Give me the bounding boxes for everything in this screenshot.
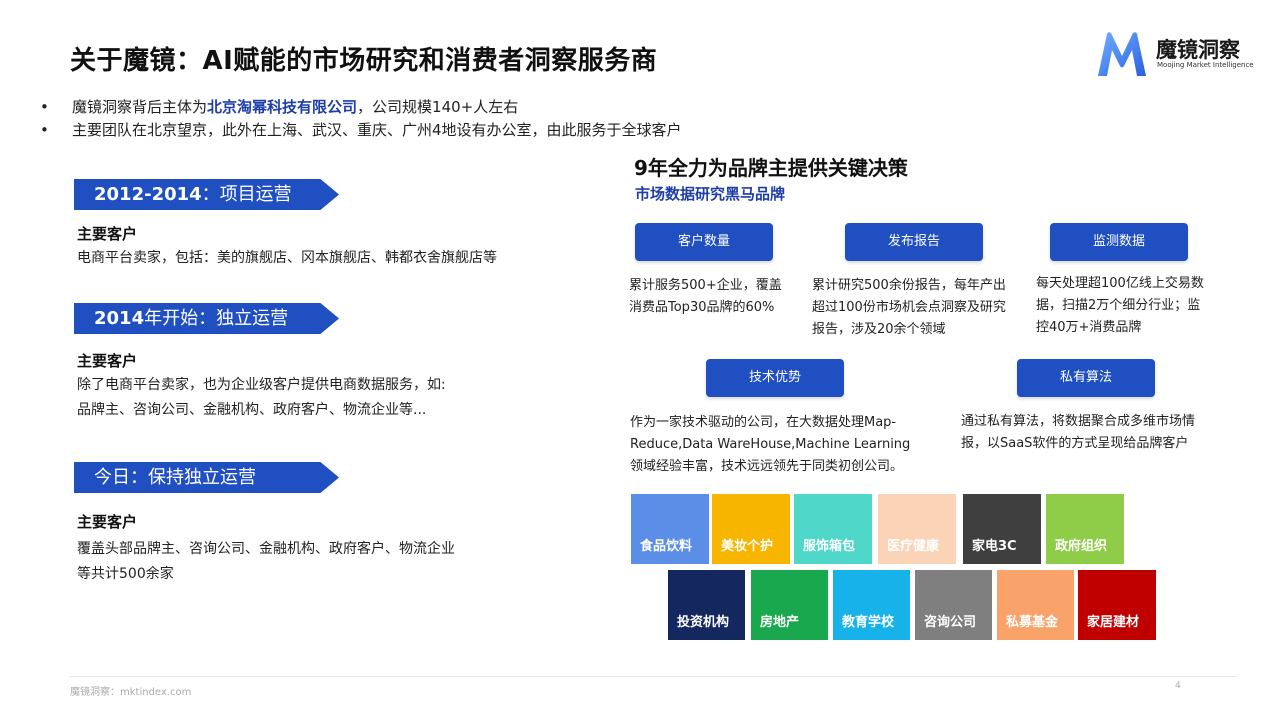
industry-tile-realestate: 房地产 — [751, 570, 828, 640]
bullet-item: 主要团队在北京望京，此外在上海、武汉、重庆、广州4地设有办公室，由此服务于全球客… — [40, 119, 682, 142]
industry-tile-education: 教育学校 — [833, 570, 910, 640]
m-logo-icon — [1098, 32, 1146, 76]
logo-subtitle: Moojing Market Intelligence — [1157, 61, 1254, 69]
desc-line: 累计服务500+企业，覆盖 — [629, 278, 782, 293]
industry-tile-electronics: 家电3C — [963, 494, 1041, 564]
clients-heading: 主要客户 — [77, 513, 138, 531]
clients-text: 覆盖头部品牌主、咨询公司、金融机构、政府客户、物流企业 — [77, 541, 455, 557]
industry-tile-investment: 投资机构 — [668, 570, 745, 640]
bullet-text: ，公司规模140+人左右 — [357, 98, 519, 116]
industry-tile-government: 政府组织 — [1046, 494, 1124, 564]
desc-line: 累计研究500余份报告，每年产出 — [812, 278, 1006, 293]
desc-line: 报，以SaaS软件的方式呈现给品牌客户 — [961, 436, 1189, 451]
intro-bullets: 魔镜洞察背后主体为北京淘幂科技有限公司，公司规模140+人左右 主要团队在北京望… — [40, 96, 682, 142]
feature-desc-monitoring: 每天处理超100亿线上交易数 据，扫描2万个细分行业；监 控40万+消费品牌 — [1036, 273, 1204, 339]
company-logo: 魔镜洞察 Moojing Market Intelligence — [1094, 30, 1264, 80]
clients-heading: 主要客户 — [77, 225, 138, 243]
feature-desc-reports: 累计研究500余份报告，每年产出 超过100份市场机会点洞察及研究 报告，涉及2… — [812, 275, 1006, 341]
industry-tile-beauty: 美妆个护 — [712, 494, 790, 564]
page-number: 4 — [1175, 681, 1181, 691]
timeline-banner-3: 今日：保持独立运营 — [74, 462, 339, 493]
feature-desc-tech: 作为一家技术驱动的公司，在大数据处理Map- Reduce,Data WareH… — [630, 412, 910, 478]
footer-divider — [70, 676, 1236, 677]
industry-tile-privateequity: 私募基金 — [997, 570, 1074, 640]
timeline-banner-2: 2014年开始：独立运营 — [74, 303, 339, 334]
clients-text: 等共计500余家 — [77, 566, 174, 582]
clients-text: 电商平台卖家，包括：美的旗舰店、冈本旗舰店、韩都衣舍旗舰店等 — [77, 250, 497, 266]
clients-heading: 主要客户 — [77, 352, 138, 370]
industry-tile-consulting: 咨询公司 — [915, 570, 992, 640]
footer-source: 魔镜洞察：mktindex.com — [70, 687, 192, 698]
feature-desc-algorithm: 通过私有算法，将数据聚合成多维市场情 报，以SaaS软件的方式呈现给品牌客户 — [961, 411, 1195, 455]
clients-text: 除了电商平台卖家，也为企业级客户提供电商数据服务，如: — [77, 377, 446, 393]
bullet-item: 魔镜洞察背后主体为北京淘幂科技有限公司，公司规模140+人左右 — [40, 96, 682, 119]
feature-pill-clients: 客户数量 — [635, 223, 773, 261]
feature-pill-algorithm: 私有算法 — [1017, 359, 1155, 397]
desc-line: Reduce,Data WareHouse,Machine Learning — [630, 437, 911, 452]
right-subtitle: 市场数据研究黑马品牌 — [635, 185, 786, 203]
banner-year: 2014 — [94, 308, 145, 329]
banner-text: 年开始：独立运营 — [144, 308, 289, 329]
industry-tile-food: 食品饮料 — [631, 494, 709, 564]
industry-tile-homebuilding: 家居建材 — [1078, 570, 1156, 640]
desc-line: 超过100份市场机会点洞察及研究 — [812, 300, 1006, 315]
feature-pill-tech: 技术优势 — [706, 359, 844, 397]
timeline-banner-1: 2012-2014：项目运营 — [74, 179, 339, 210]
logo-name: 魔镜洞察 — [1156, 38, 1240, 62]
desc-line: 作为一家技术驱动的公司，在大数据处理Map- — [630, 415, 897, 430]
right-title: 9年全力为品牌主提供关键决策 — [634, 156, 908, 180]
desc-line: 通过私有算法，将数据聚合成多维市场情 — [961, 414, 1196, 429]
desc-line: 控40万+消费品牌 — [1036, 320, 1142, 335]
page-title: 关于魔镜：AI赋能的市场研究和消费者洞察服务商 — [70, 46, 658, 76]
feature-pill-reports: 发布报告 — [845, 223, 983, 261]
feature-pill-monitoring: 监测数据 — [1050, 223, 1188, 261]
clients-text: 品牌主、咨询公司、金融机构、政府客户、物流企业等... — [77, 402, 427, 418]
banner-text: ：项目运营 — [201, 184, 292, 205]
banner-text: 今日：保持独立运营 — [94, 467, 256, 488]
banner-year: 2012-2014 — [94, 184, 202, 205]
company-name: 北京淘幂科技有限公司 — [207, 98, 358, 116]
feature-desc-clients: 累计服务500+企业，覆盖 消费品Top30品牌的60% — [629, 275, 782, 319]
desc-line: 每天处理超100亿线上交易数 — [1036, 276, 1204, 291]
desc-line: 据，扫描2万个细分行业；监 — [1036, 298, 1201, 313]
desc-line: 消费品Top30品牌的60% — [629, 300, 775, 315]
desc-line: 报告，涉及20余个领域 — [812, 322, 946, 337]
desc-line: 领域经验丰富，技术远远领先于同类初创公司。 — [630, 459, 904, 474]
bullet-text: 魔镜洞察背后主体为 — [72, 98, 208, 116]
industry-tile-health: 医疗健康 — [878, 494, 956, 564]
industry-tile-apparel: 服饰箱包 — [794, 494, 872, 564]
